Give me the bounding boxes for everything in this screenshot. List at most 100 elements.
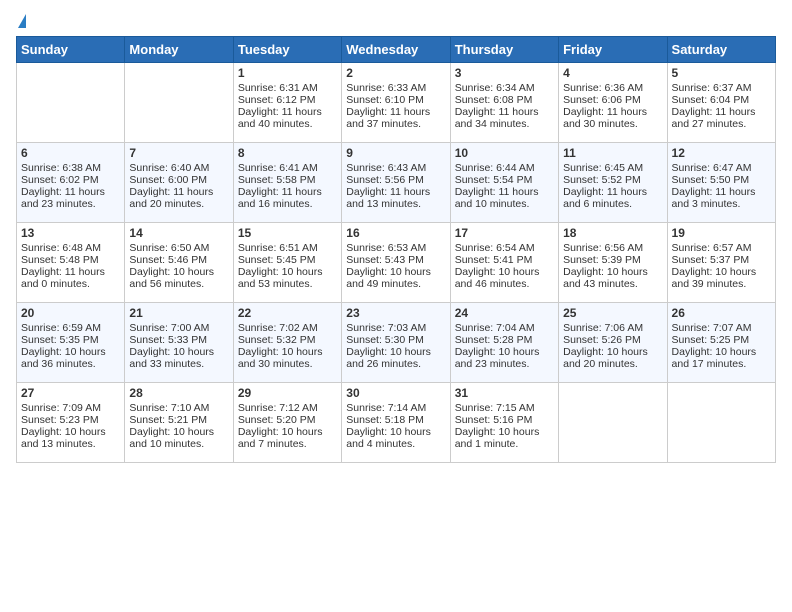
calendar-cell: 23Sunrise: 7:03 AMSunset: 5:30 PMDayligh…: [342, 303, 450, 383]
calendar-cell: 12Sunrise: 6:47 AMSunset: 5:50 PMDayligh…: [667, 143, 775, 223]
calendar-cell: 30Sunrise: 7:14 AMSunset: 5:18 PMDayligh…: [342, 383, 450, 463]
sunrise-text: Sunrise: 7:10 AM: [129, 402, 228, 414]
calendar-cell: 31Sunrise: 7:15 AMSunset: 5:16 PMDayligh…: [450, 383, 558, 463]
logo: [16, 16, 26, 26]
calendar-cell: [667, 383, 775, 463]
day-number: 17: [455, 226, 554, 240]
sunrise-text: Sunrise: 6:47 AM: [672, 162, 771, 174]
sunset-text: Sunset: 5:37 PM: [672, 254, 771, 266]
calendar-cell: 3Sunrise: 6:34 AMSunset: 6:08 PMDaylight…: [450, 63, 558, 143]
sunrise-text: Sunrise: 7:12 AM: [238, 402, 337, 414]
calendar-cell: 27Sunrise: 7:09 AMSunset: 5:23 PMDayligh…: [17, 383, 125, 463]
daylight-text: Daylight: 10 hours and 17 minutes.: [672, 346, 771, 370]
day-number: 2: [346, 66, 445, 80]
daylight-text: Daylight: 11 hours and 40 minutes.: [238, 106, 337, 130]
daylight-text: Daylight: 11 hours and 10 minutes.: [455, 186, 554, 210]
day-number: 22: [238, 306, 337, 320]
sunset-text: Sunset: 6:04 PM: [672, 94, 771, 106]
calendar-cell: 24Sunrise: 7:04 AMSunset: 5:28 PMDayligh…: [450, 303, 558, 383]
sunrise-text: Sunrise: 6:36 AM: [563, 82, 662, 94]
day-number: 5: [672, 66, 771, 80]
daylight-text: Daylight: 10 hours and 39 minutes.: [672, 266, 771, 290]
day-number: 9: [346, 146, 445, 160]
calendar-cell: 13Sunrise: 6:48 AMSunset: 5:48 PMDayligh…: [17, 223, 125, 303]
sunrise-text: Sunrise: 6:56 AM: [563, 242, 662, 254]
day-number: 31: [455, 386, 554, 400]
sunrise-text: Sunrise: 7:14 AM: [346, 402, 445, 414]
daylight-text: Daylight: 10 hours and 10 minutes.: [129, 426, 228, 450]
daylight-text: Daylight: 11 hours and 0 minutes.: [21, 266, 120, 290]
calendar-cell: 5Sunrise: 6:37 AMSunset: 6:04 PMDaylight…: [667, 63, 775, 143]
calendar-cell: 19Sunrise: 6:57 AMSunset: 5:37 PMDayligh…: [667, 223, 775, 303]
day-number: 16: [346, 226, 445, 240]
calendar-cell: [125, 63, 233, 143]
calendar-cell: 7Sunrise: 6:40 AMSunset: 6:00 PMDaylight…: [125, 143, 233, 223]
calendar-cell: 2Sunrise: 6:33 AMSunset: 6:10 PMDaylight…: [342, 63, 450, 143]
day-number: 19: [672, 226, 771, 240]
day-number: 26: [672, 306, 771, 320]
calendar-cell: [17, 63, 125, 143]
day-number: 13: [21, 226, 120, 240]
daylight-text: Daylight: 11 hours and 23 minutes.: [21, 186, 120, 210]
calendar-header-row: SundayMondayTuesdayWednesdayThursdayFrid…: [17, 37, 776, 63]
day-number: 23: [346, 306, 445, 320]
sunset-text: Sunset: 5:48 PM: [21, 254, 120, 266]
sunset-text: Sunset: 5:32 PM: [238, 334, 337, 346]
column-header-friday: Friday: [559, 37, 667, 63]
daylight-text: Daylight: 10 hours and 43 minutes.: [563, 266, 662, 290]
sunset-text: Sunset: 6:02 PM: [21, 174, 120, 186]
calendar-cell: 17Sunrise: 6:54 AMSunset: 5:41 PMDayligh…: [450, 223, 558, 303]
day-number: 11: [563, 146, 662, 160]
daylight-text: Daylight: 11 hours and 16 minutes.: [238, 186, 337, 210]
calendar-cell: 4Sunrise: 6:36 AMSunset: 6:06 PMDaylight…: [559, 63, 667, 143]
calendar-cell: 6Sunrise: 6:38 AMSunset: 6:02 PMDaylight…: [17, 143, 125, 223]
daylight-text: Daylight: 10 hours and 1 minute.: [455, 426, 554, 450]
day-number: 14: [129, 226, 228, 240]
calendar-cell: 1Sunrise: 6:31 AMSunset: 6:12 PMDaylight…: [233, 63, 341, 143]
day-number: 28: [129, 386, 228, 400]
day-number: 3: [455, 66, 554, 80]
sunrise-text: Sunrise: 6:50 AM: [129, 242, 228, 254]
calendar-week-row: 6Sunrise: 6:38 AMSunset: 6:02 PMDaylight…: [17, 143, 776, 223]
calendar-cell: 21Sunrise: 7:00 AMSunset: 5:33 PMDayligh…: [125, 303, 233, 383]
sunrise-text: Sunrise: 7:04 AM: [455, 322, 554, 334]
day-number: 8: [238, 146, 337, 160]
daylight-text: Daylight: 10 hours and 30 minutes.: [238, 346, 337, 370]
sunrise-text: Sunrise: 6:40 AM: [129, 162, 228, 174]
daylight-text: Daylight: 11 hours and 3 minutes.: [672, 186, 771, 210]
day-number: 24: [455, 306, 554, 320]
calendar-week-row: 27Sunrise: 7:09 AMSunset: 5:23 PMDayligh…: [17, 383, 776, 463]
calendar-cell: 25Sunrise: 7:06 AMSunset: 5:26 PMDayligh…: [559, 303, 667, 383]
calendar-cell: 18Sunrise: 6:56 AMSunset: 5:39 PMDayligh…: [559, 223, 667, 303]
day-number: 20: [21, 306, 120, 320]
sunrise-text: Sunrise: 7:00 AM: [129, 322, 228, 334]
column-header-tuesday: Tuesday: [233, 37, 341, 63]
sunset-text: Sunset: 5:43 PM: [346, 254, 445, 266]
sunset-text: Sunset: 5:21 PM: [129, 414, 228, 426]
daylight-text: Daylight: 10 hours and 56 minutes.: [129, 266, 228, 290]
sunset-text: Sunset: 6:10 PM: [346, 94, 445, 106]
sunrise-text: Sunrise: 7:09 AM: [21, 402, 120, 414]
daylight-text: Daylight: 10 hours and 7 minutes.: [238, 426, 337, 450]
sunrise-text: Sunrise: 7:02 AM: [238, 322, 337, 334]
calendar-cell: 10Sunrise: 6:44 AMSunset: 5:54 PMDayligh…: [450, 143, 558, 223]
daylight-text: Daylight: 11 hours and 27 minutes.: [672, 106, 771, 130]
daylight-text: Daylight: 11 hours and 34 minutes.: [455, 106, 554, 130]
day-number: 7: [129, 146, 228, 160]
column-header-wednesday: Wednesday: [342, 37, 450, 63]
calendar-cell: 22 Sunrise: 7:02 AMSunset: 5:32 PMDayligh…: [233, 303, 341, 383]
day-number: 29: [238, 386, 337, 400]
daylight-text: Daylight: 11 hours and 37 minutes.: [346, 106, 445, 130]
column-header-thursday: Thursday: [450, 37, 558, 63]
sunset-text: Sunset: 5:54 PM: [455, 174, 554, 186]
calendar-week-row: 13Sunrise: 6:48 AMSunset: 5:48 PMDayligh…: [17, 223, 776, 303]
column-header-sunday: Sunday: [17, 37, 125, 63]
daylight-text: Daylight: 10 hours and 26 minutes.: [346, 346, 445, 370]
logo-arrow-icon: [18, 14, 26, 28]
page-header: [16, 16, 776, 26]
sunset-text: Sunset: 5:35 PM: [21, 334, 120, 346]
calendar-week-row: 20Sunrise: 6:59 AMSunset: 5:35 PMDayligh…: [17, 303, 776, 383]
sunset-text: Sunset: 5:39 PM: [563, 254, 662, 266]
daylight-text: Daylight: 10 hours and 53 minutes.: [238, 266, 337, 290]
sunset-text: Sunset: 5:28 PM: [455, 334, 554, 346]
